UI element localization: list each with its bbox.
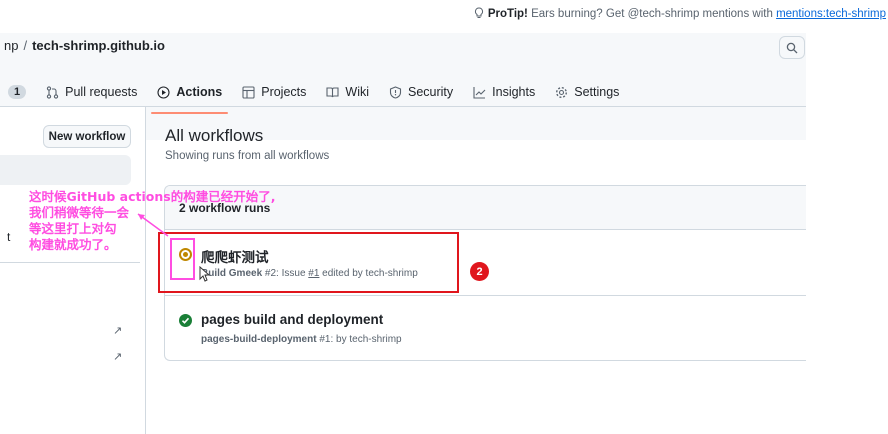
search-icon	[786, 42, 798, 53]
tab-wiki[interactable]: Wiki	[316, 78, 379, 106]
tab-settings[interactable]: Settings	[545, 78, 629, 106]
tab-actions-label: Actions	[176, 85, 223, 99]
breadcrumb: np / tech-shrimp.github.io	[4, 38, 165, 53]
tab-security-label: Security	[408, 85, 454, 99]
sidebar-item-all-workflows[interactable]	[0, 155, 131, 185]
tab-actions[interactable]: Actions	[147, 78, 232, 114]
breadcrumb-owner[interactable]: np	[4, 38, 18, 53]
annotation-line: 这时候GitHub actions的构建已经开始了,	[29, 189, 276, 204]
protip-banner: ProTip! Ears burning? Get @tech-shrimp m…	[474, 7, 886, 20]
pull-request-icon	[46, 85, 59, 99]
run-meta: pages-build-deployment #1: by tech-shrim…	[201, 334, 402, 345]
step-badge: 2	[470, 262, 489, 281]
tab-issues[interactable]: 1	[0, 78, 36, 106]
tab-pull-requests[interactable]: Pull requests	[36, 78, 147, 106]
cursor-icon	[199, 266, 210, 282]
new-workflow-button[interactable]: New workflow	[43, 125, 131, 148]
sidebar-item-fragment[interactable]: t	[7, 230, 10, 244]
issues-counter: 1	[8, 85, 27, 99]
protip-text: Ears burning? Get @tech-shrimp mentions …	[531, 8, 773, 20]
search-button[interactable]	[779, 36, 805, 59]
graph-icon	[473, 86, 486, 99]
tab-security[interactable]: Security	[379, 78, 463, 106]
sidebar-divider	[0, 262, 140, 263]
tab-projects-label: Projects	[261, 85, 307, 99]
breadcrumb-repo[interactable]: tech-shrimp.github.io	[32, 38, 165, 53]
tab-pull-requests-label: Pull requests	[65, 85, 138, 99]
external-link-icon[interactable]: ↗	[113, 350, 122, 363]
repo-tabs: 1 Pull requests Actions Projects Wiki Se…	[0, 78, 629, 114]
tab-wiki-label: Wiki	[345, 85, 369, 99]
check-icon	[181, 317, 190, 324]
run-workflow-name: pages-build-deployment	[201, 334, 317, 345]
play-circle-icon	[157, 85, 170, 99]
protip-link[interactable]: mentions:tech-shrimp	[776, 8, 886, 20]
external-link-icon[interactable]: ↗	[113, 324, 122, 337]
shield-icon	[389, 85, 402, 99]
breadcrumb-separator: /	[23, 38, 28, 53]
run-title[interactable]: pages build and deployment	[201, 312, 383, 327]
tab-settings-label: Settings	[574, 85, 620, 99]
tab-insights[interactable]: Insights	[463, 78, 545, 106]
page-subtitle: Showing runs from all workflows	[165, 150, 330, 162]
lightbulb-icon	[474, 7, 483, 18]
book-icon	[326, 86, 339, 97]
table-icon	[242, 85, 255, 99]
tab-projects[interactable]: Projects	[232, 78, 316, 106]
check-circle-icon	[179, 314, 192, 327]
tab-insights-label: Insights	[492, 85, 536, 99]
gear-icon	[556, 86, 568, 98]
page-title: All workflows	[165, 126, 264, 145]
annotation-arrow-icon	[137, 213, 169, 237]
run-meta-text: #1: by tech-shrimp	[316, 334, 402, 345]
protip-label: ProTip!	[487, 8, 528, 20]
workflow-run-row[interactable]: pages build and deployment pages-build-d…	[165, 296, 806, 360]
